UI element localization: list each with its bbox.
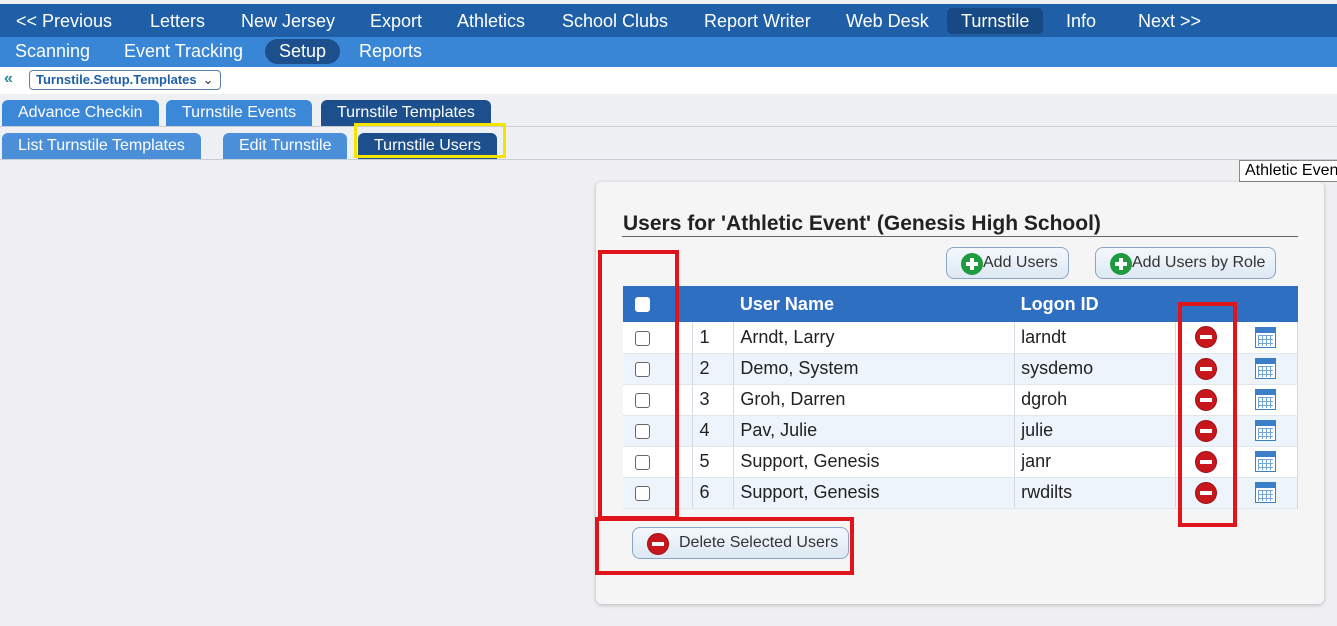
nav-report-writer[interactable]: Report Writer <box>690 8 825 34</box>
title-divider <box>622 236 1298 237</box>
nav-next[interactable]: Next >> <box>1124 8 1215 34</box>
calendar-icon[interactable] <box>1255 358 1276 380</box>
row-number: 2 <box>692 353 735 385</box>
row-user-name: Pav, Julie <box>733 415 1016 447</box>
subnav-reports[interactable]: Reports <box>345 39 436 64</box>
tab-edit-turnstile[interactable]: Edit Turnstile <box>223 133 348 159</box>
row-logon-id: janr <box>1014 446 1177 478</box>
subnav-setup[interactable]: Setup <box>265 39 341 64</box>
tab-list-turnstile-templates[interactable]: List Turnstile Templates <box>2 133 201 159</box>
nav-turnstile[interactable]: Turnstile <box>947 8 1044 34</box>
calendar-icon[interactable] <box>1255 389 1276 411</box>
annotation-box-delete-icons <box>1178 302 1237 527</box>
row-user-name: Support, Genesis <box>733 477 1016 509</box>
column-number <box>692 286 734 322</box>
subnav-scanning[interactable]: Scanning <box>1 39 104 64</box>
calendar-icon[interactable] <box>1255 327 1276 349</box>
calendar-icon[interactable] <box>1255 482 1276 504</box>
add-users-label: Add Users <box>983 254 1058 271</box>
nav-school-clubs[interactable]: School Clubs <box>548 8 682 34</box>
nav-new-jersey[interactable]: New Jersey <box>227 8 349 34</box>
breadcrumb-label: Turnstile.Setup.Templates <box>36 72 197 87</box>
row-number: 5 <box>692 446 735 478</box>
collapse-double-chevron-icon[interactable]: « <box>4 70 22 88</box>
secondary-nav: Scanning Event Tracking Setup Reports <box>0 37 1337 67</box>
row-calendar-cell <box>1234 477 1298 509</box>
highlight-annotation-yellow <box>354 123 506 158</box>
row-calendar-cell <box>1234 384 1298 416</box>
tab-advance-checkin[interactable]: Advance Checkin <box>2 100 159 126</box>
column-schedule <box>1234 286 1298 322</box>
add-users-by-role-button[interactable]: Add Users by Role <box>1095 247 1277 279</box>
breadcrumb-bar: « Turnstile.Setup.Templates ⌄ <box>0 67 1337 94</box>
nav-export[interactable]: Export <box>356 8 436 34</box>
breadcrumb-dropdown[interactable]: Turnstile.Setup.Templates ⌄ <box>29 70 221 90</box>
column-user-name: User Name <box>733 286 1015 322</box>
plus-circle-icon <box>1110 253 1132 275</box>
nav-letters[interactable]: Letters <box>136 8 219 34</box>
primary-nav: << Previous Letters New Jersey Export At… <box>0 0 1337 37</box>
tab-row-secondary: List Turnstile Templates Edit Turnstile … <box>0 128 1337 160</box>
row-calendar-cell <box>1234 322 1298 354</box>
row-number: 1 <box>692 322 735 354</box>
row-logon-id: sysdemo <box>1014 353 1177 385</box>
add-users-button[interactable]: Add Users <box>946 247 1069 279</box>
nav-web-desk[interactable]: Web Desk <box>832 8 943 34</box>
add-users-by-role-label: Add Users by Role <box>1132 254 1266 271</box>
row-user-name: Support, Genesis <box>733 446 1016 478</box>
plus-circle-icon <box>961 253 983 275</box>
row-logon-id: larndt <box>1014 322 1177 354</box>
row-logon-id: dgroh <box>1014 384 1177 416</box>
calendar-icon[interactable] <box>1255 420 1276 442</box>
row-calendar-cell <box>1234 415 1298 447</box>
row-number: 4 <box>692 415 735 447</box>
tab-turnstile-events[interactable]: Turnstile Events <box>166 100 313 126</box>
tab-row-primary: Advance Checkin Turnstile Events Turnsti… <box>0 94 1337 127</box>
row-number: 3 <box>692 384 735 416</box>
row-logon-id: rwdilts <box>1014 477 1177 509</box>
row-calendar-cell <box>1234 446 1298 478</box>
row-user-name: Demo, System <box>733 353 1016 385</box>
nav-athletics[interactable]: Athletics <box>443 8 539 34</box>
row-user-name: Groh, Darren <box>733 384 1016 416</box>
panel-title: Users for 'Athletic Event' (Genesis High… <box>623 212 1101 235</box>
annotation-box-checkboxes <box>598 250 679 520</box>
column-logon-id: Logon ID <box>1014 286 1176 322</box>
row-user-name: Arndt, Larry <box>733 322 1016 354</box>
subnav-event-tracking[interactable]: Event Tracking <box>110 39 257 64</box>
row-logon-id: julie <box>1014 415 1177 447</box>
event-select[interactable]: Athletic Event <box>1239 160 1337 182</box>
calendar-icon[interactable] <box>1255 451 1276 473</box>
nav-info[interactable]: Info <box>1052 8 1110 34</box>
row-number: 6 <box>692 477 735 509</box>
row-calendar-cell <box>1234 353 1298 385</box>
nav-previous[interactable]: << Previous <box>2 8 126 34</box>
chevron-down-icon: ⌄ <box>202 72 214 87</box>
annotation-box-delete-selected <box>595 517 854 575</box>
